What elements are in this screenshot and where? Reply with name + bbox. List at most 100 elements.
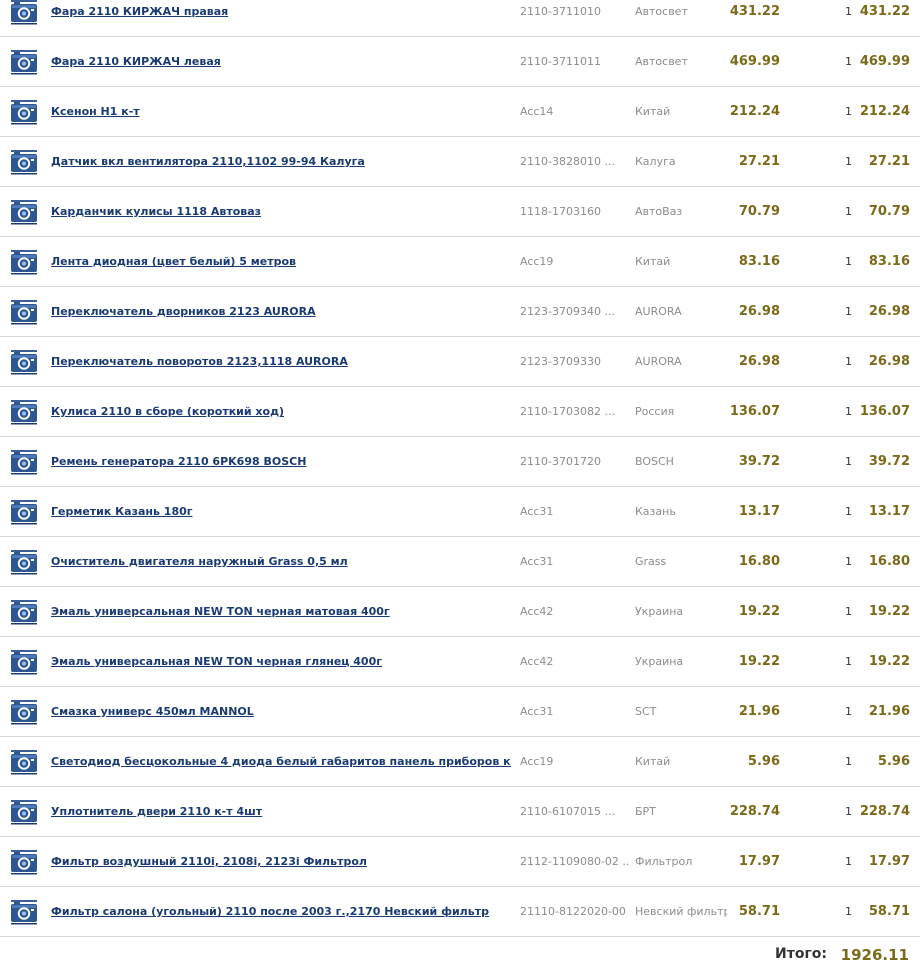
table-row: Ремень генератора 2110 6PK698 BOSCH 2110…: [0, 437, 920, 487]
product-name-link[interactable]: Светодиод бесцокольные 4 диода белый габ…: [51, 737, 511, 787]
camera-icon[interactable]: [10, 49, 38, 75]
unit-price: 19.22: [738, 604, 780, 619]
table-row: Светодиод бесцокольные 4 диода белый габ…: [0, 737, 920, 787]
article-number: 2110-6107015 ...: [520, 805, 615, 818]
product-name-link[interactable]: Фара 2110 КИРЖАЧ левая: [51, 37, 511, 87]
article-number: 2112-1109080-02 ...: [520, 855, 630, 868]
row-sum: 136.07: [859, 404, 910, 419]
camera-icon[interactable]: [10, 549, 38, 575]
article-number: 2123-3709340 ...: [520, 305, 615, 318]
row-sum: 19.22: [868, 604, 910, 619]
camera-icon[interactable]: [10, 199, 38, 225]
product-name-link[interactable]: Уплотнитель двери 2110 к-т 4шт: [51, 787, 511, 837]
camera-icon[interactable]: [10, 99, 38, 125]
camera-icon[interactable]: [10, 249, 38, 275]
unit-price: 136.07: [729, 404, 780, 419]
product-name-link[interactable]: Карданчик кулисы 1118 Автоваз: [51, 187, 511, 237]
article-number: Acc19: [520, 755, 554, 768]
product-name-link[interactable]: Переключатель дворников 2123 AURORA: [51, 287, 511, 337]
table-row: Фильтр салона (угольный) 2110 после 2003…: [0, 887, 920, 937]
article-number: 2110-1703082 ...: [520, 405, 615, 418]
product-name-link[interactable]: Герметик Казань 180г: [51, 487, 511, 537]
camera-icon[interactable]: [10, 699, 38, 725]
product-name-link[interactable]: Фильтр салона (угольный) 2110 после 2003…: [51, 887, 511, 937]
product-name-link[interactable]: Эмаль универсальная NEW TON черная гляне…: [51, 637, 511, 687]
row-sum: 16.80: [868, 554, 910, 569]
article-number: Acc42: [520, 605, 554, 618]
article-number: Acc31: [520, 505, 554, 518]
camera-icon[interactable]: [10, 349, 38, 375]
article-number: Acc42: [520, 655, 554, 668]
total-value: 1926.11: [840, 946, 909, 964]
product-name-link[interactable]: Лента диодная (цвет белый) 5 метров: [51, 237, 511, 287]
product-name-link[interactable]: Переключатель поворотов 2123,1118 AURORA: [51, 337, 511, 387]
row-sum: 469.99: [859, 54, 910, 69]
product-name-link[interactable]: Кулиса 2110 в сборе (короткий ход): [51, 387, 511, 437]
table-row: Лента диодная (цвет белый) 5 метров Acc1…: [0, 237, 920, 287]
article-number: 2110-3828010 ...: [520, 155, 615, 168]
product-name-link[interactable]: Смазка универс 450мл MANNOL: [51, 687, 511, 737]
row-sum: 19.22: [868, 654, 910, 669]
row-sum: 5.96: [877, 754, 910, 769]
table-row: Ксенон Н1 к-т Acc14 Китай 212.24 1 212.2…: [0, 87, 920, 137]
product-name-link[interactable]: Фильтр воздушный 2110i, 2108i, 2123i Фил…: [51, 837, 511, 887]
product-name-link[interactable]: Эмаль универсальная NEW TON черная матов…: [51, 587, 511, 637]
product-name-link[interactable]: Очиститель двигателя наружный Grass 0,5 …: [51, 537, 511, 587]
product-name-link[interactable]: Фара 2110 КИРЖАЧ правая: [51, 0, 511, 37]
table-row: Фара 2110 КИРЖАЧ правая 2110-3711010 Авт…: [0, 0, 920, 37]
unit-price: 70.79: [738, 204, 780, 219]
unit-price: 469.99: [729, 54, 780, 69]
unit-price: 16.80: [738, 554, 780, 569]
camera-icon[interactable]: [10, 0, 38, 25]
row-sum: 212.24: [859, 104, 910, 119]
unit-price: 5.96: [747, 754, 780, 769]
table-row: Фара 2110 КИРЖАЧ левая 2110-3711011 Авто…: [0, 37, 920, 87]
table-row: Эмаль универсальная NEW TON черная гляне…: [0, 637, 920, 687]
unit-price: 26.98: [738, 354, 780, 369]
product-name-link[interactable]: Датчик вкл вентилятора 2110,1102 99-94 К…: [51, 137, 511, 187]
product-name-link[interactable]: Ремень генератора 2110 6PK698 BOSCH: [51, 437, 511, 487]
camera-icon[interactable]: [10, 149, 38, 175]
row-sum: 39.72: [868, 454, 910, 469]
row-sum: 21.96: [868, 704, 910, 719]
row-sum: 26.98: [868, 354, 910, 369]
row-sum: 70.79: [868, 204, 910, 219]
article-number: 2110-3711010: [520, 5, 601, 18]
camera-icon[interactable]: [10, 749, 38, 775]
row-sum: 83.16: [868, 254, 910, 269]
camera-icon[interactable]: [10, 299, 38, 325]
camera-icon[interactable]: [10, 849, 38, 875]
unit-price: 58.71: [738, 904, 780, 919]
article-number: Acc14: [520, 105, 554, 118]
camera-icon[interactable]: [10, 599, 38, 625]
table-row: Фильтр воздушный 2110i, 2108i, 2123i Фил…: [0, 837, 920, 887]
camera-icon[interactable]: [10, 899, 38, 925]
row-sum: 431.22: [859, 4, 910, 19]
product-name-link[interactable]: Ксенон Н1 к-т: [51, 87, 511, 137]
row-sum: 228.74: [859, 804, 910, 819]
article-number: Acc19: [520, 255, 554, 268]
camera-icon[interactable]: [10, 449, 38, 475]
unit-price: 26.98: [738, 304, 780, 319]
camera-icon[interactable]: [10, 649, 38, 675]
article-number: 2110-3711011: [520, 55, 601, 68]
unit-price: 39.72: [738, 454, 780, 469]
camera-icon[interactable]: [10, 399, 38, 425]
article-number: Acc31: [520, 705, 554, 718]
row-sum: 27.21: [868, 154, 910, 169]
table-row: Переключатель дворников 2123 AURORA 2123…: [0, 287, 920, 337]
row-sum: 17.97: [868, 854, 910, 869]
camera-icon[interactable]: [10, 799, 38, 825]
unit-price: 13.17: [738, 504, 780, 519]
table-row: Уплотнитель двери 2110 к-т 4шт 2110-6107…: [0, 787, 920, 837]
row-sum: 58.71: [868, 904, 910, 919]
unit-price: 27.21: [738, 154, 780, 169]
table-row: Эмаль универсальная NEW TON черная матов…: [0, 587, 920, 637]
article-number: Acc31: [520, 555, 554, 568]
row-sum: 13.17: [868, 504, 910, 519]
table-row: Кулиса 2110 в сборе (короткий ход) 2110-…: [0, 387, 920, 437]
order-total: Итого: 1926.11: [0, 937, 920, 970]
camera-icon[interactable]: [10, 499, 38, 525]
order-items-table: Фара 2110 КИРЖАЧ правая 2110-3711010 Авт…: [0, 0, 920, 937]
unit-price: 431.22: [729, 4, 780, 19]
